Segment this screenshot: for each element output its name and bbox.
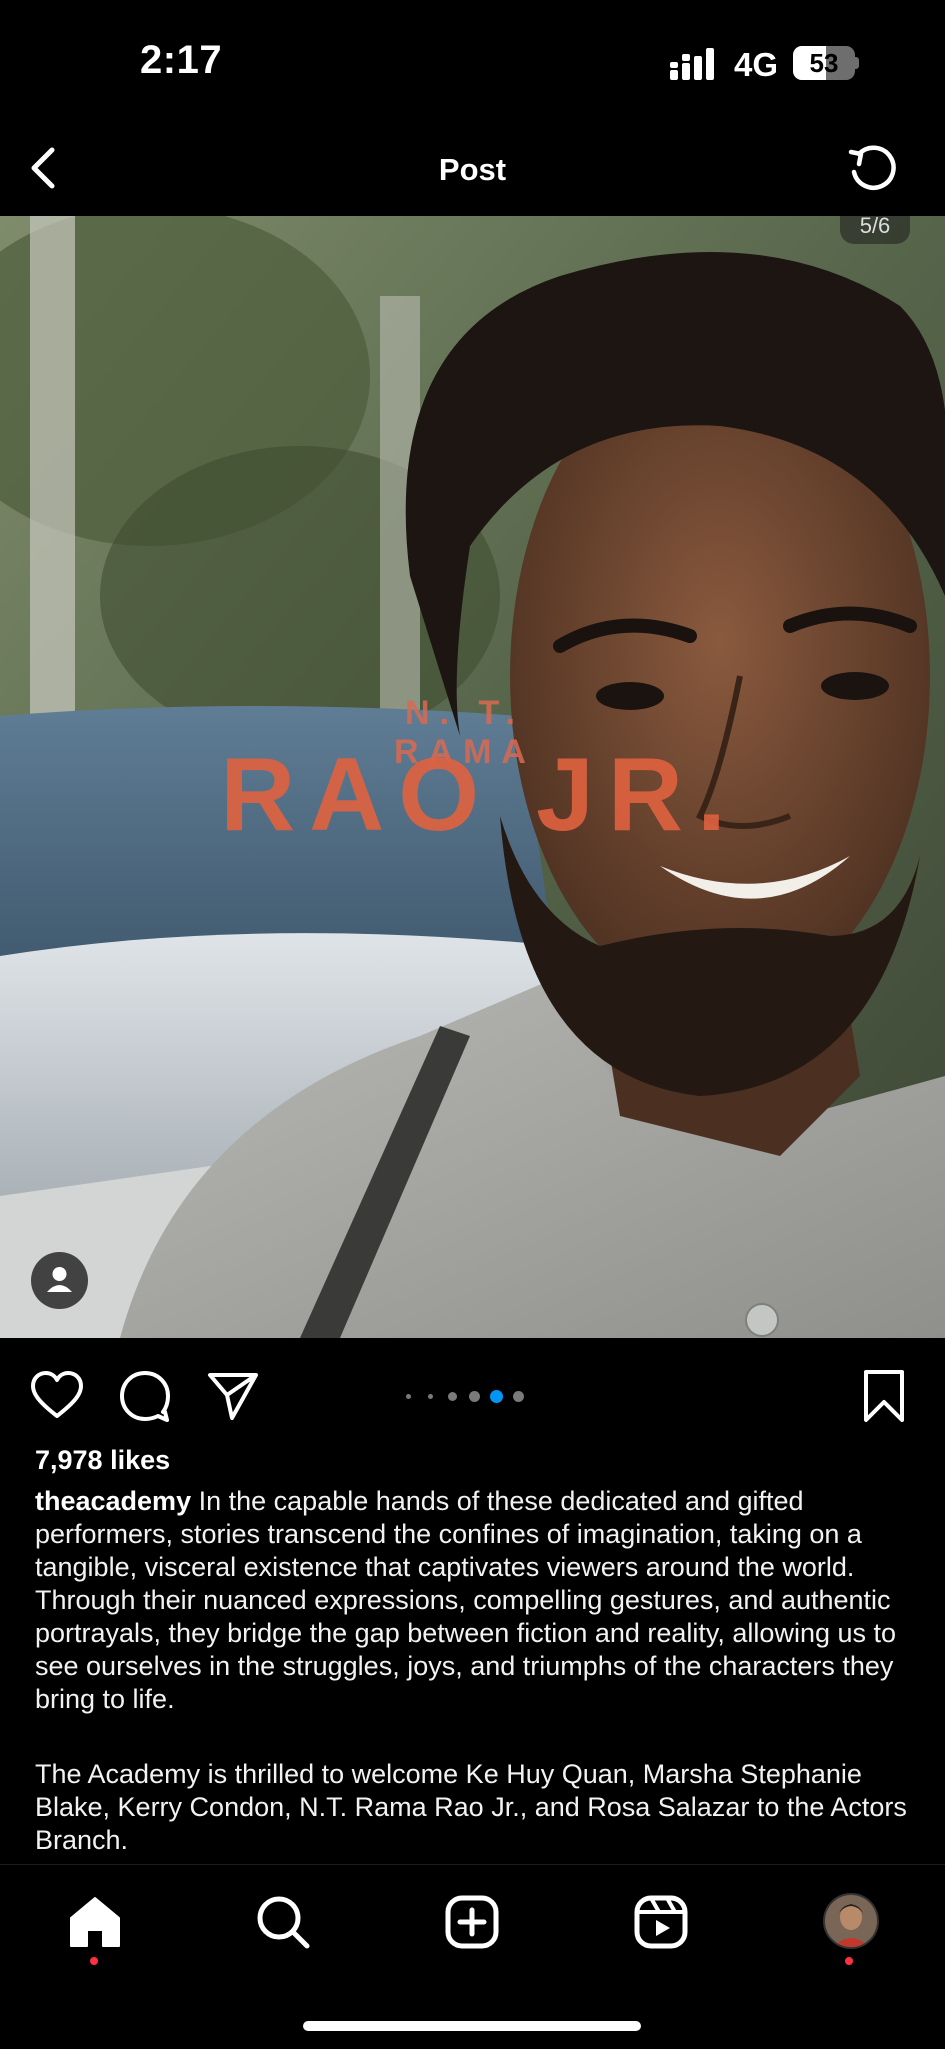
person-icon — [47, 1267, 72, 1292]
send-icon[interactable] — [205, 1368, 261, 1424]
carousel-indicator — [400, 1388, 530, 1404]
page-title: Post — [438, 152, 507, 187]
search-icon[interactable] — [253, 1892, 313, 1952]
network-type: 4G — [734, 46, 779, 83]
refresh-icon[interactable] — [845, 140, 901, 196]
comment-icon[interactable] — [117, 1368, 173, 1424]
carousel-dot — [512, 1390, 524, 1402]
like-count[interactable]: 7,978 likes — [35, 1445, 170, 1476]
home-notification-dot — [90, 1957, 98, 1965]
signal-strength-icon — [670, 48, 714, 80]
bookmark-icon[interactable] — [856, 1368, 912, 1424]
caption-text-2: The Academy is thrilled to welcome Ke Hu… — [35, 1759, 907, 1855]
post-header: Post — [0, 120, 945, 216]
battery-icon: 53 — [793, 46, 859, 82]
carousel-dot — [405, 1393, 411, 1399]
post-actions — [0, 1338, 945, 1448]
carousel-counter: 5/6 — [840, 216, 910, 244]
home-indicator — [303, 2021, 641, 2031]
caption-text: In the capable hands of these dedicated … — [35, 1486, 897, 1714]
carousel-dot — [427, 1393, 433, 1399]
carousel-dot — [468, 1390, 480, 1402]
post-caption: theacademy In the capable hands of these… — [35, 1485, 915, 1857]
carousel-dot — [489, 1389, 503, 1403]
home-icon[interactable] — [65, 1892, 125, 1952]
profile-notification-dot — [845, 1957, 853, 1965]
carousel-dot — [447, 1391, 457, 1401]
status-time: 2:17 — [140, 38, 223, 82]
overlay-title: RAO JR. — [220, 737, 740, 853]
status-bar: 2:17 4G 53 — [0, 0, 945, 120]
battery-level: 53 — [809, 48, 839, 78]
bottom-tab-bar — [0, 1864, 945, 2049]
create-icon[interactable] — [442, 1892, 502, 1952]
post-image[interactable]: N. T. RAMA RAO JR. 5/6 — [0, 216, 945, 1338]
heart-icon[interactable] — [29, 1368, 85, 1424]
tagged-people-button[interactable] — [31, 1252, 88, 1309]
reels-icon[interactable] — [631, 1892, 691, 1952]
caption-username[interactable]: theacademy — [35, 1486, 191, 1516]
profile-avatar[interactable] — [823, 1893, 879, 1949]
